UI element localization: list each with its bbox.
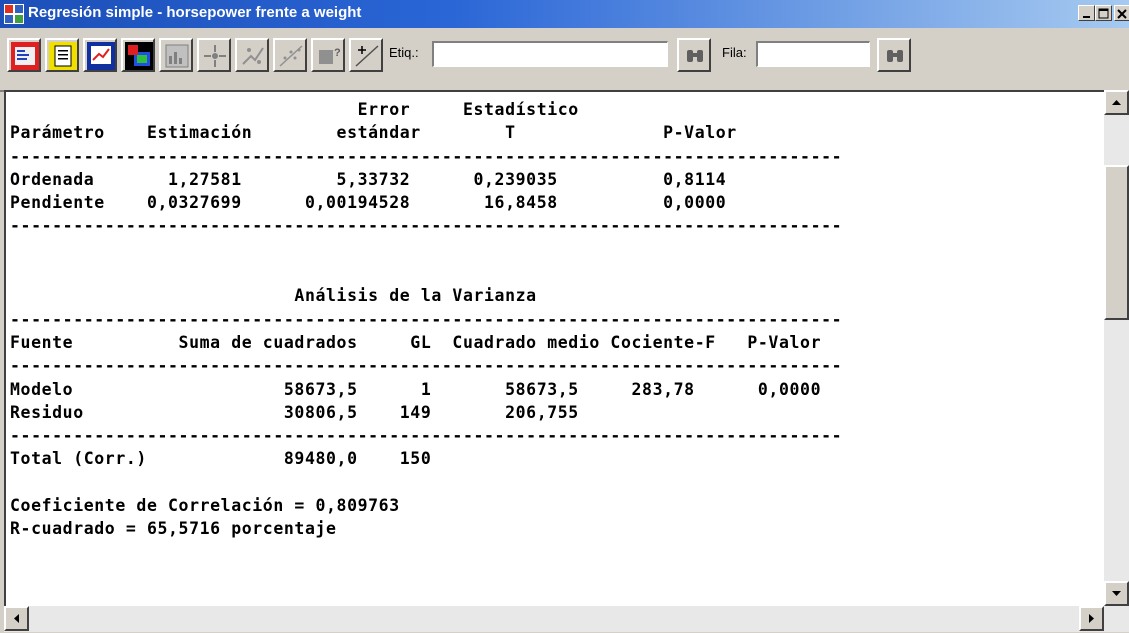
close-icon bbox=[1117, 9, 1127, 19]
smooth-icon bbox=[279, 45, 303, 67]
graphs-button[interactable] bbox=[121, 38, 155, 72]
maximize-icon bbox=[1098, 8, 1109, 19]
toolbar: ? Etiq.: Fila: bbox=[0, 28, 1129, 92]
vertical-scrollbar[interactable] bbox=[1104, 90, 1129, 606]
smooth-button[interactable] bbox=[273, 38, 307, 72]
analysis-options-button[interactable] bbox=[45, 38, 79, 72]
exclude-points-icon bbox=[204, 45, 226, 67]
scroll-left-button[interactable] bbox=[4, 606, 29, 631]
arrow-right-icon bbox=[1089, 614, 1094, 623]
identify-icon: ? bbox=[319, 47, 341, 64]
app-icon bbox=[4, 4, 24, 24]
identify-button[interactable]: ? bbox=[311, 38, 345, 72]
etiq-input[interactable] bbox=[432, 41, 668, 67]
exclude-points-button[interactable] bbox=[197, 38, 231, 72]
window-title: Regresión simple - horsepower frente a w… bbox=[28, 4, 362, 21]
minimize-button[interactable] bbox=[1078, 5, 1095, 21]
vertical-scroll-thumb[interactable] bbox=[1104, 165, 1129, 320]
title-bar[interactable]: Regresión simple - horsepower frente a w… bbox=[0, 0, 1129, 28]
regression-window: Regresión simple - horsepower frente a w… bbox=[0, 0, 1129, 632]
input-dialog-button[interactable] bbox=[7, 38, 41, 72]
fila-label: Fila: bbox=[722, 45, 747, 60]
locate-button[interactable] bbox=[235, 38, 269, 72]
locate-icon bbox=[242, 47, 264, 65]
close-button[interactable] bbox=[1114, 5, 1129, 21]
svg-text:?: ? bbox=[334, 47, 341, 59]
maximize-button[interactable] bbox=[1095, 5, 1112, 21]
scroll-down-button[interactable] bbox=[1104, 581, 1129, 606]
scroll-up-button[interactable] bbox=[1104, 90, 1129, 115]
input-dialog-icon bbox=[11, 42, 39, 70]
tables-icon bbox=[87, 42, 115, 70]
add-line-button[interactable] bbox=[349, 38, 383, 72]
etiq-label: Etiq.: bbox=[389, 45, 419, 60]
horizontal-scrollbar[interactable] bbox=[4, 606, 1129, 632]
graphs-icon bbox=[125, 42, 153, 70]
arrow-down-icon bbox=[1112, 591, 1121, 596]
add-line-icon bbox=[355, 45, 379, 67]
tables-button[interactable] bbox=[83, 38, 117, 72]
arrow-left-icon bbox=[14, 614, 19, 623]
save-results-button[interactable] bbox=[159, 38, 193, 72]
arrow-up-icon bbox=[1112, 100, 1121, 105]
report-pane[interactable]: Error Estadístico Parámetro Estimación e… bbox=[4, 90, 1104, 606]
save-results-icon bbox=[165, 44, 189, 68]
regression-report: Error Estadístico Parámetro Estimación e… bbox=[10, 100, 843, 539]
search-icon bbox=[687, 50, 703, 62]
search-icon bbox=[887, 50, 903, 62]
fila-input[interactable] bbox=[756, 41, 870, 67]
fila-search-button[interactable] bbox=[877, 38, 911, 72]
scroll-right-button[interactable] bbox=[1079, 606, 1104, 631]
minimize-icon bbox=[1083, 16, 1090, 18]
etiq-search-button[interactable] bbox=[677, 38, 711, 72]
analysis-options-icon bbox=[49, 42, 77, 70]
